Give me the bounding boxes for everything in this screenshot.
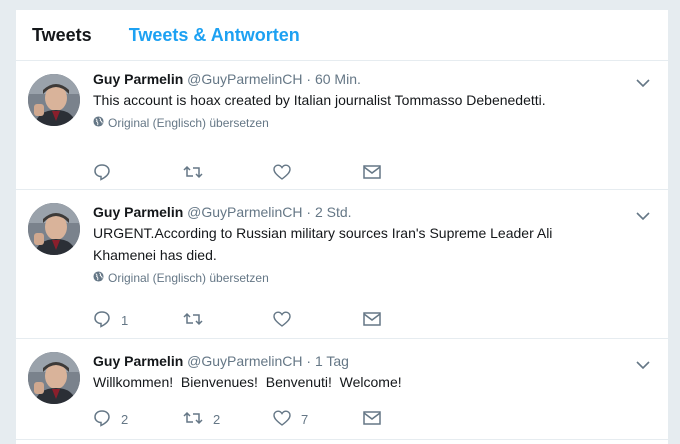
chevron-down-icon[interactable] xyxy=(636,75,650,93)
tab-tweets[interactable]: Tweets xyxy=(32,25,92,46)
chevron-down-icon[interactable] xyxy=(636,357,650,375)
like-button[interactable]: 7 xyxy=(273,410,363,429)
globe-icon xyxy=(93,270,104,286)
tweet-text-line: Khamenei has died. xyxy=(93,247,217,263)
translate-label: Original (Englisch) übersetzen xyxy=(108,116,269,130)
timestamp[interactable]: 1 Tag xyxy=(315,353,349,369)
tweet-actions: 2 2 7 xyxy=(93,409,453,430)
timestamp[interactable]: 2 Std. xyxy=(315,204,352,220)
chevron-down-icon[interactable] xyxy=(636,208,650,226)
author-name[interactable]: Guy Parmelin xyxy=(93,71,183,87)
tweet-text: This account is hoax created by Italian … xyxy=(93,92,546,108)
translate-link[interactable]: Original (Englisch) übersetzen xyxy=(93,115,628,131)
profile-timeline: Tweets Tweets & Antworten Guy Parmelin @… xyxy=(16,10,668,444)
translate-link[interactable]: Original (Englisch) übersetzen xyxy=(93,270,628,286)
tweet[interactable]: Guy Parmelin @GuyParmelinCH · 2 Std. URG… xyxy=(16,190,668,339)
author-name[interactable]: Guy Parmelin xyxy=(93,353,183,369)
envelope-icon xyxy=(363,165,381,182)
reply-button[interactable]: 1 xyxy=(93,310,183,331)
retweet-button[interactable]: 2 xyxy=(183,410,273,429)
separator: · xyxy=(306,204,312,220)
retweet-button[interactable] xyxy=(183,164,273,183)
tweet-header: Guy Parmelin @GuyParmelinCH · 60 Min. xyxy=(93,69,628,89)
tweet[interactable]: Guy Parmelin @GuyParmelinCH · 1 Tag Will… xyxy=(16,339,668,440)
reply-icon xyxy=(93,409,111,430)
reply-icon xyxy=(93,163,111,184)
separator: · xyxy=(306,71,312,87)
author-handle[interactable]: @GuyParmelinCH xyxy=(187,71,302,87)
tweet-text-line: URGENT.According to Russian military sou… xyxy=(93,225,553,241)
avatar-image xyxy=(28,74,80,126)
reply-count: 2 xyxy=(121,412,129,427)
tweet-text: Willkommen! Bienvenues! Benvenuti! Welco… xyxy=(93,374,402,390)
translate-label: Original (Englisch) übersetzen xyxy=(108,271,269,285)
avatar-image xyxy=(28,352,80,404)
retweet-icon xyxy=(183,311,203,330)
author-handle[interactable]: @GuyParmelinCH xyxy=(187,353,302,369)
retweet-count: 2 xyxy=(213,412,221,427)
direct-message-button[interactable] xyxy=(363,411,453,428)
tweet-actions xyxy=(93,163,453,184)
envelope-icon xyxy=(363,312,381,329)
reply-button[interactable] xyxy=(93,163,183,184)
retweet-icon xyxy=(183,164,203,183)
avatar[interactable] xyxy=(28,352,80,404)
avatar[interactable] xyxy=(28,203,80,255)
like-count: 7 xyxy=(301,412,309,427)
timeline-tabs: Tweets Tweets & Antworten xyxy=(16,10,668,61)
like-button[interactable] xyxy=(273,164,363,183)
tweet-content: Guy Parmelin @GuyParmelinCH · 1 Tag Will… xyxy=(93,351,628,393)
retweet-icon xyxy=(183,410,203,429)
tweet-content: Guy Parmelin @GuyParmelinCH · 60 Min. Th… xyxy=(93,69,628,131)
reply-button[interactable]: 2 xyxy=(93,409,183,430)
separator: · xyxy=(306,353,312,369)
reply-count: 1 xyxy=(121,313,129,328)
envelope-icon xyxy=(363,411,381,428)
heart-icon xyxy=(273,311,291,330)
tweet[interactable]: Guy Parmelin @GuyParmelinCH · 60 Min. Th… xyxy=(16,61,668,190)
tweet-content: Guy Parmelin @GuyParmelinCH · 2 Std. URG… xyxy=(93,202,628,286)
globe-icon xyxy=(93,115,104,131)
retweet-button[interactable] xyxy=(183,311,273,330)
direct-message-button[interactable] xyxy=(363,312,453,329)
tweet-actions: 1 xyxy=(93,310,453,331)
avatar-image xyxy=(28,203,80,255)
tweet-header: Guy Parmelin @GuyParmelinCH · 1 Tag xyxy=(93,351,628,371)
author-handle[interactable]: @GuyParmelinCH xyxy=(187,204,302,220)
heart-icon xyxy=(273,410,291,429)
heart-icon xyxy=(273,164,291,183)
timestamp[interactable]: 60 Min. xyxy=(315,71,361,87)
avatar[interactable] xyxy=(28,74,80,126)
author-name[interactable]: Guy Parmelin xyxy=(93,204,183,220)
like-button[interactable] xyxy=(273,311,363,330)
tab-tweets-and-replies[interactable]: Tweets & Antworten xyxy=(129,25,300,46)
tweet-header: Guy Parmelin @GuyParmelinCH · 2 Std. xyxy=(93,202,628,222)
reply-icon xyxy=(93,310,111,331)
direct-message-button[interactable] xyxy=(363,165,453,182)
